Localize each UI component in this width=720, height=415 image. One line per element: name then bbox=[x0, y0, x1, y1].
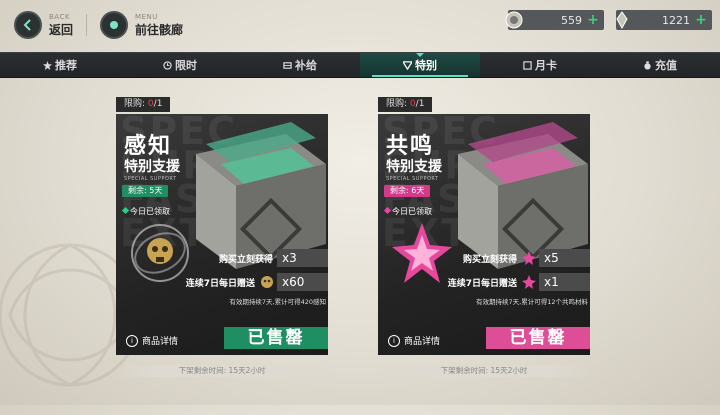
instant-reward-qty: x5 bbox=[539, 249, 590, 267]
remaining-days-badge: 剩余: 6天 bbox=[384, 185, 431, 197]
instant-reward-label: 购买立刻获得 bbox=[462, 254, 517, 265]
star-icon bbox=[43, 60, 52, 70]
product-details-link[interactable]: i 商品详情 bbox=[126, 334, 178, 347]
limit-label: 限购: bbox=[386, 99, 408, 109]
pink-crystal-star-item-icon bbox=[392, 223, 452, 283]
instant-reward-qty: x3 bbox=[277, 249, 328, 267]
menu-gem-icon bbox=[100, 11, 128, 39]
limit-label: 限购: bbox=[124, 99, 146, 109]
card-icon bbox=[523, 60, 532, 70]
tab-label: 特别 bbox=[415, 59, 437, 72]
validity-note: 有效期持续7天,累计可得420感知 bbox=[229, 298, 326, 306]
add-coin-button[interactable]: + bbox=[586, 12, 600, 28]
tab-recharge[interactable]: 充值 bbox=[600, 53, 720, 77]
tab-supply[interactable]: 补给 bbox=[240, 53, 360, 77]
add-crystal-button[interactable]: + bbox=[694, 12, 708, 28]
back-sub-label: BACK bbox=[49, 13, 70, 21]
instant-reward-row: 购买立刻获得 x3 bbox=[219, 248, 328, 268]
daily-reward-row: 连续7日每日赠送 x1 bbox=[448, 272, 590, 292]
remaining-days-badge: 剩余: 5天 bbox=[122, 185, 169, 197]
daily-reward-qty: x1 bbox=[539, 273, 590, 291]
tab-label: 充值 bbox=[655, 59, 677, 72]
tab-label: 月卡 bbox=[535, 59, 557, 72]
tab-label: 推荐 bbox=[55, 59, 77, 72]
claimed-today-label: 今日已领取 bbox=[392, 207, 432, 216]
shop-tab-bar: 推荐 限时 补给 特别 月卡 充值 bbox=[0, 52, 720, 78]
triangle-icon bbox=[403, 60, 412, 70]
menu-button[interactable]: MENU 前往骸廊 bbox=[100, 10, 183, 40]
back-button[interactable]: BACK 返回 bbox=[14, 10, 73, 40]
tab-monthly-card[interactable]: 月卡 bbox=[480, 53, 600, 77]
currency-crystal-icon bbox=[616, 11, 628, 30]
instant-reward-label: 购买立刻获得 bbox=[218, 254, 273, 265]
currency-coin-value: 559 bbox=[561, 13, 582, 27]
card-body: SPEC SUPP FAST EXT 感知 特别支援 SPECIAL SUPPO… bbox=[116, 114, 328, 355]
daily-reward-qty: x60 bbox=[277, 273, 328, 291]
skull-orb-item-icon bbox=[131, 224, 189, 282]
menu-label: 前往骸廊 bbox=[135, 23, 184, 37]
tab-special[interactable]: 特别 bbox=[360, 53, 480, 77]
back-arrow-icon bbox=[14, 11, 42, 39]
skull-mini-icon bbox=[261, 276, 273, 288]
currency-crystal-value: 1221 bbox=[662, 13, 690, 27]
currency-coin: 559 + bbox=[505, 10, 604, 30]
pink-star-mini-icon bbox=[522, 251, 536, 265]
purchase-limit-tag: 限购: 0/1 bbox=[116, 97, 171, 112]
card-subtitle: 特别支援 bbox=[386, 159, 442, 175]
instant-reward-row: 购买立刻获得 x5 bbox=[463, 248, 590, 268]
back-label: 返回 bbox=[49, 23, 74, 37]
card-en-subtitle: SPECIAL SUPPORT bbox=[124, 176, 177, 182]
tab-recommend[interactable]: 推荐 bbox=[0, 53, 120, 77]
top-bar: BACK 返回 MENU 前往骸廊 559 + 1221 + bbox=[0, 0, 720, 48]
tab-label: 补给 bbox=[295, 59, 317, 72]
purchase-limit-tag: 限购: 0/1 bbox=[378, 97, 433, 112]
card-en-subtitle: SPECIAL SUPPORT bbox=[386, 176, 439, 182]
supply-icon bbox=[283, 61, 292, 69]
card-body: SPEC SUPP FAST EXT 共鸣 特别支援 SPECIAL SUPPO… bbox=[378, 114, 590, 355]
sold-out-button[interactable]: 已售罄 bbox=[224, 327, 328, 349]
card-subtitle: 特别支援 bbox=[124, 159, 180, 175]
daily-reward-row: 连续7日每日赠送 x60 bbox=[186, 272, 328, 292]
topbar-divider bbox=[86, 14, 87, 36]
bag-icon bbox=[644, 60, 651, 70]
clock-icon bbox=[163, 60, 172, 70]
info-icon: i bbox=[388, 334, 400, 347]
menu-sub-label: MENU bbox=[135, 13, 158, 21]
product-details-link[interactable]: i 商品详情 bbox=[388, 334, 440, 347]
limit-total: /1 bbox=[415, 99, 425, 109]
limit-total: /1 bbox=[153, 99, 163, 109]
pink-star-mini-icon bbox=[522, 275, 536, 289]
details-label: 商品详情 bbox=[404, 337, 441, 347]
info-icon: i bbox=[126, 334, 138, 347]
tab-limited[interactable]: 限时 bbox=[120, 53, 240, 77]
details-label: 商品详情 bbox=[142, 337, 179, 347]
tab-label: 限时 bbox=[175, 59, 197, 72]
sold-out-button[interactable]: 已售罄 bbox=[486, 327, 590, 349]
daily-reward-label: 连续7日每日赠送 bbox=[447, 278, 517, 289]
delisting-time: 下架剩余时间: 15天2小时 bbox=[116, 365, 328, 377]
validity-note: 有效期持续7天,累计可得12个共鸣材料 bbox=[476, 298, 588, 306]
currency-crystal: 1221 + bbox=[616, 10, 712, 30]
delisting-time: 下架剩余时间: 15天2小时 bbox=[378, 365, 590, 377]
daily-reward-label: 连续7日每日赠送 bbox=[185, 278, 255, 289]
currency-coin-icon bbox=[505, 11, 523, 29]
claimed-today-label: 今日已领取 bbox=[130, 207, 170, 216]
